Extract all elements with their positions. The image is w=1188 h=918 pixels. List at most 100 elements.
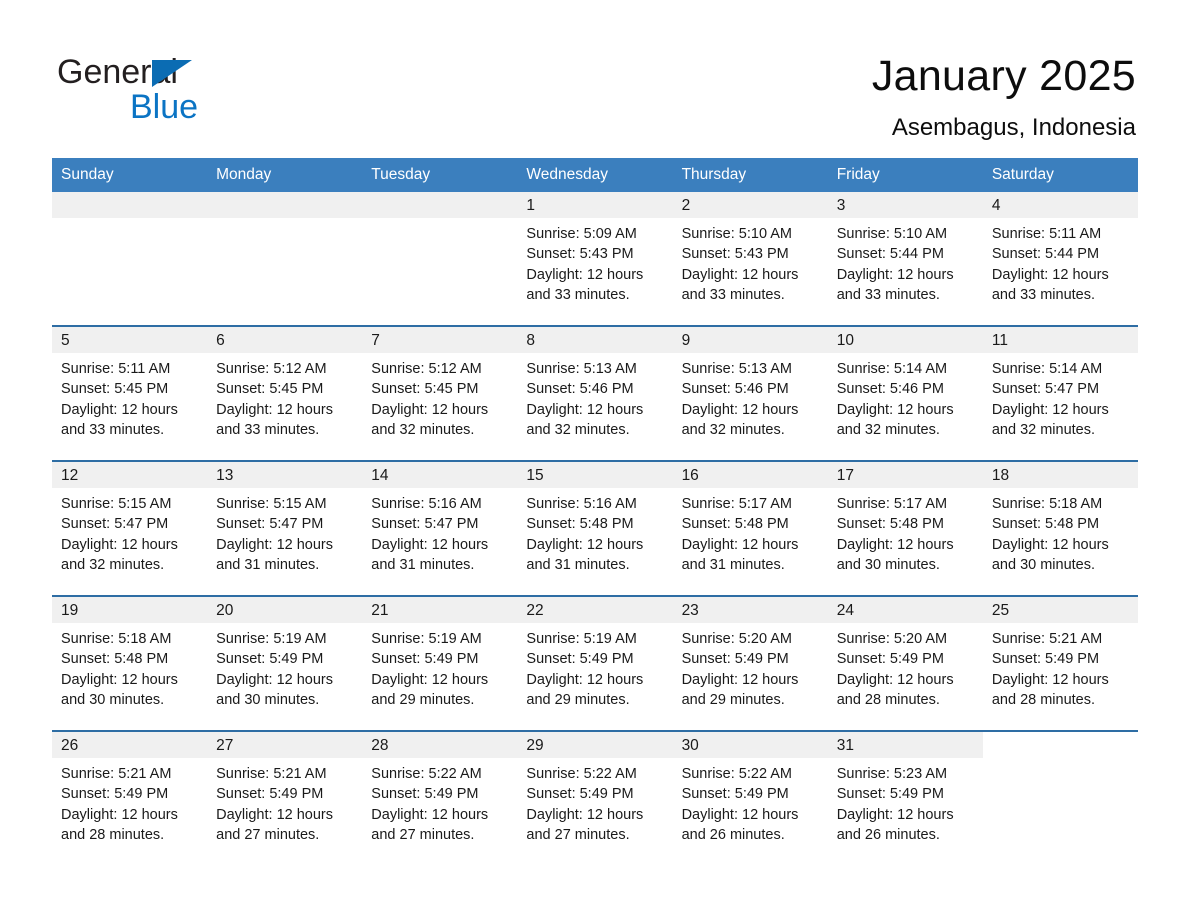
calendar-day-cell[interactable]: 12 Sunrise: 5:15 AM Sunset: 5:47 PM Dayligh…: [52, 460, 208, 596]
daylight-text-line1: Daylight: 12 hours: [371, 536, 489, 553]
calendar-day-cell[interactable]: 4 Sunrise: 5:11 AM Sunset: 5:44 PM Daylight…: [982, 192, 1138, 326]
calendar-day-cell[interactable]: 28 Sunrise: 5:22 AM Sunset: 5:49 PM Dayligh…: [362, 730, 518, 865]
day-cell-inner: 10 Sunrise: 5:14 AM Sunset: 5:46 PM Dayligh…: [827, 327, 983, 460]
sunset-text: Sunset: 5:49 PM: [681, 651, 789, 668]
calendar-day-cell[interactable]: 20 Sunrise: 5:19 AM Sunset: 5:49 PM Dayligh…: [207, 595, 363, 731]
day-cell-inner: 22 Sunrise: 5:19 AM Sunset: 5:49 PM Dayligh…: [517, 597, 673, 730]
sunrise-text: Sunrise: 5:23 AM: [836, 766, 948, 782]
day-details: Sunrise: 5:12 AM Sunset: 5:45 PM Daylight:…: [362, 353, 517, 440]
day-number: 20: [207, 597, 363, 623]
daylight-text-line1: Daylight: 12 hours: [681, 806, 799, 823]
calendar-day-cell[interactable]: 24 Sunrise: 5:20 AM Sunset: 5:49 PM Dayligh…: [827, 595, 983, 731]
page-header: General Blue January 2025 Asembagus, Ind…: [0, 0, 1188, 155]
calendar-day-cell[interactable]: 2 Sunrise: 5:10 AM Sunset: 5:43 PM Daylight…: [672, 192, 828, 326]
calendar-day-cell[interactable]: 30 Sunrise: 5:22 AM Sunset: 5:49 PM Dayligh…: [672, 730, 828, 865]
day-cell-inner: 28 Sunrise: 5:22 AM Sunset: 5:49 PM Dayligh…: [362, 732, 518, 865]
day-details: Sunrise: 5:18 AM Sunset: 5:48 PM Daylight:…: [983, 488, 1138, 575]
sunset-text: Sunset: 5:49 PM: [836, 786, 944, 803]
day-details: Sunrise: 5:16 AM Sunset: 5:48 PM Daylight:…: [517, 488, 672, 575]
day-details: Sunrise: 5:22 AM Sunset: 5:49 PM Daylight:…: [517, 758, 672, 845]
day-details: Sunrise: 5:15 AM Sunset: 5:47 PM Daylight:…: [207, 488, 362, 575]
day-cell-inner: 8 Sunrise: 5:13 AM Sunset: 5:46 PM Daylight…: [517, 327, 673, 460]
sunrise-text: Sunrise: 5:21 AM: [61, 766, 172, 782]
calendar-day-cell[interactable]: 22 Sunrise: 5:19 AM Sunset: 5:49 PM Dayligh…: [517, 595, 673, 731]
day-cell-inner: 12 Sunrise: 5:15 AM Sunset: 5:47 PM Dayligh…: [52, 462, 208, 595]
sunset-text: Sunset: 5:43 PM: [526, 246, 634, 263]
daylight-text-line1: Daylight: 12 hours: [216, 536, 334, 553]
daylight-text-line2: and 32 minutes.: [836, 421, 940, 438]
day-details: Sunrise: 5:15 AM Sunset: 5:47 PM Daylight:…: [52, 488, 207, 575]
calendar-day-cell[interactable]: 23 Sunrise: 5:20 AM Sunset: 5:49 PM Dayligh…: [672, 595, 828, 731]
daylight-text-line2: and 29 minutes.: [526, 691, 630, 708]
calendar-day-cell[interactable]: 31 Sunrise: 5:23 AM Sunset: 5:49 PM Dayligh…: [827, 730, 983, 865]
day-number: [52, 192, 208, 218]
calendar-day-cell[interactable]: 3 Sunrise: 5:10 AM Sunset: 5:44 PM Daylight…: [827, 192, 983, 326]
sunrise-text: Sunrise: 5:12 AM: [371, 361, 482, 377]
calendar-day-cell[interactable]: 9 Sunrise: 5:13 AM Sunset: 5:46 PM Daylight…: [672, 325, 828, 461]
calendar-day-cell[interactable]: 17 Sunrise: 5:17 AM Sunset: 5:48 PM Dayligh…: [827, 460, 983, 596]
day-number: 8: [517, 327, 673, 353]
daylight-text-line1: Daylight: 12 hours: [526, 266, 644, 283]
day-cell-inner: [207, 192, 363, 325]
daylight-text-line2: and 33 minutes.: [61, 421, 165, 438]
daylight-text-line2: and 29 minutes.: [681, 691, 785, 708]
sunset-text: Sunset: 5:47 PM: [61, 516, 169, 533]
day-cell-inner: 6 Sunrise: 5:12 AM Sunset: 5:45 PM Daylight…: [207, 327, 363, 460]
daylight-text-line2: and 30 minutes.: [991, 556, 1096, 573]
calendar-day-cell[interactable]: 10 Sunrise: 5:14 AM Sunset: 5:46 PM Dayligh…: [827, 325, 983, 461]
day-cell-inner: 23 Sunrise: 5:20 AM Sunset: 5:49 PM Dayligh…: [672, 597, 828, 730]
calendar-day-cell[interactable]: 21 Sunrise: 5:19 AM Sunset: 5:49 PM Dayligh…: [362, 595, 518, 731]
calendar-day-cell[interactable]: 1 Sunrise: 5:09 AM Sunset: 5:43 PM Daylight…: [517, 192, 673, 326]
day-number: 13: [207, 462, 363, 488]
day-details: Sunrise: 5:21 AM Sunset: 5:49 PM Daylight:…: [983, 623, 1138, 710]
daylight-text-line1: Daylight: 12 hours: [216, 806, 334, 823]
day-details: Sunrise: 5:19 AM Sunset: 5:49 PM Daylight:…: [517, 623, 672, 710]
page-title: January 2025: [871, 52, 1136, 100]
generalblue-logo[interactable]: General Blue: [57, 52, 357, 132]
calendar-day-cell[interactable]: 8 Sunrise: 5:13 AM Sunset: 5:46 PM Daylight…: [517, 325, 673, 461]
calendar-day-cell[interactable]: 26 Sunrise: 5:21 AM Sunset: 5:49 PM Dayligh…: [52, 730, 208, 865]
day-cell-inner: 7 Sunrise: 5:12 AM Sunset: 5:45 PM Daylight…: [362, 327, 518, 460]
sunrise-text: Sunrise: 5:17 AM: [836, 496, 948, 512]
day-number: 31: [827, 732, 983, 758]
calendar-day-cell[interactable]: 27 Sunrise: 5:21 AM Sunset: 5:49 PM Dayligh…: [207, 730, 363, 865]
day-details: Sunrise: 5:12 AM Sunset: 5:45 PM Daylight:…: [207, 353, 362, 440]
calendar-day-cell[interactable]: 11 Sunrise: 5:14 AM Sunset: 5:47 PM Dayligh…: [982, 325, 1138, 461]
day-cell-inner: [362, 192, 518, 325]
calendar-day-cell[interactable]: 18 Sunrise: 5:18 AM Sunset: 5:48 PM Dayligh…: [982, 460, 1138, 596]
day-number: 22: [517, 597, 673, 623]
calendar-day-cell[interactable]: 16 Sunrise: 5:17 AM Sunset: 5:48 PM Dayligh…: [672, 460, 828, 596]
sunset-text: Sunset: 5:49 PM: [836, 651, 944, 668]
calendar-day-cell[interactable]: 7 Sunrise: 5:12 AM Sunset: 5:45 PM Daylight…: [362, 325, 518, 461]
day-number: 16: [672, 462, 828, 488]
day-cell-inner: 26 Sunrise: 5:21 AM Sunset: 5:49 PM Dayligh…: [52, 732, 208, 865]
day-details: Sunrise: 5:16 AM Sunset: 5:47 PM Daylight:…: [362, 488, 517, 575]
calendar-day-cell[interactable]: 19 Sunrise: 5:18 AM Sunset: 5:48 PM Dayligh…: [52, 595, 208, 731]
day-number: 6: [207, 327, 363, 353]
calendar-day-cell[interactable]: 13 Sunrise: 5:15 AM Sunset: 5:47 PM Dayligh…: [207, 460, 363, 596]
weekday-header-sunday: Sunday: [52, 158, 208, 192]
day-cell-inner: 29 Sunrise: 5:22 AM Sunset: 5:49 PM Dayligh…: [517, 732, 673, 865]
day-details: Sunrise: 5:21 AM Sunset: 5:49 PM Daylight:…: [207, 758, 362, 845]
day-number: 26: [52, 732, 208, 758]
day-number: 12: [52, 462, 208, 488]
daylight-text-line2: and 27 minutes.: [371, 826, 475, 843]
day-number: 28: [362, 732, 518, 758]
daylight-text-line1: Daylight: 12 hours: [681, 671, 799, 688]
calendar-day-cell[interactable]: 5 Sunrise: 5:11 AM Sunset: 5:45 PM Daylight…: [52, 325, 208, 461]
daylight-text-line1: Daylight: 12 hours: [371, 671, 489, 688]
calendar-day-cell[interactable]: 15 Sunrise: 5:16 AM Sunset: 5:48 PM Dayligh…: [517, 460, 673, 596]
calendar-day-cell: [982, 730, 1138, 865]
calendar-day-cell[interactable]: 6 Sunrise: 5:12 AM Sunset: 5:45 PM Daylight…: [207, 325, 363, 461]
sunset-text: Sunset: 5:49 PM: [991, 651, 1100, 668]
calendar-day-cell[interactable]: 29 Sunrise: 5:22 AM Sunset: 5:49 PM Dayligh…: [517, 730, 673, 865]
day-number: 25: [982, 597, 1138, 623]
calendar-day-cell[interactable]: 25 Sunrise: 5:21 AM Sunset: 5:49 PM Dayligh…: [982, 595, 1138, 731]
sunset-text: Sunset: 5:49 PM: [371, 651, 479, 668]
calendar-day-cell[interactable]: 14 Sunrise: 5:16 AM Sunset: 5:47 PM Dayligh…: [362, 460, 518, 596]
sunset-text: Sunset: 5:44 PM: [836, 246, 944, 263]
calendar-page: General Blue January 2025 Asembagus, Ind…: [0, 0, 1188, 918]
sunrise-text: Sunrise: 5:13 AM: [681, 361, 792, 377]
daylight-text-line1: Daylight: 12 hours: [61, 671, 178, 688]
sunrise-text: Sunrise: 5:19 AM: [526, 631, 637, 647]
